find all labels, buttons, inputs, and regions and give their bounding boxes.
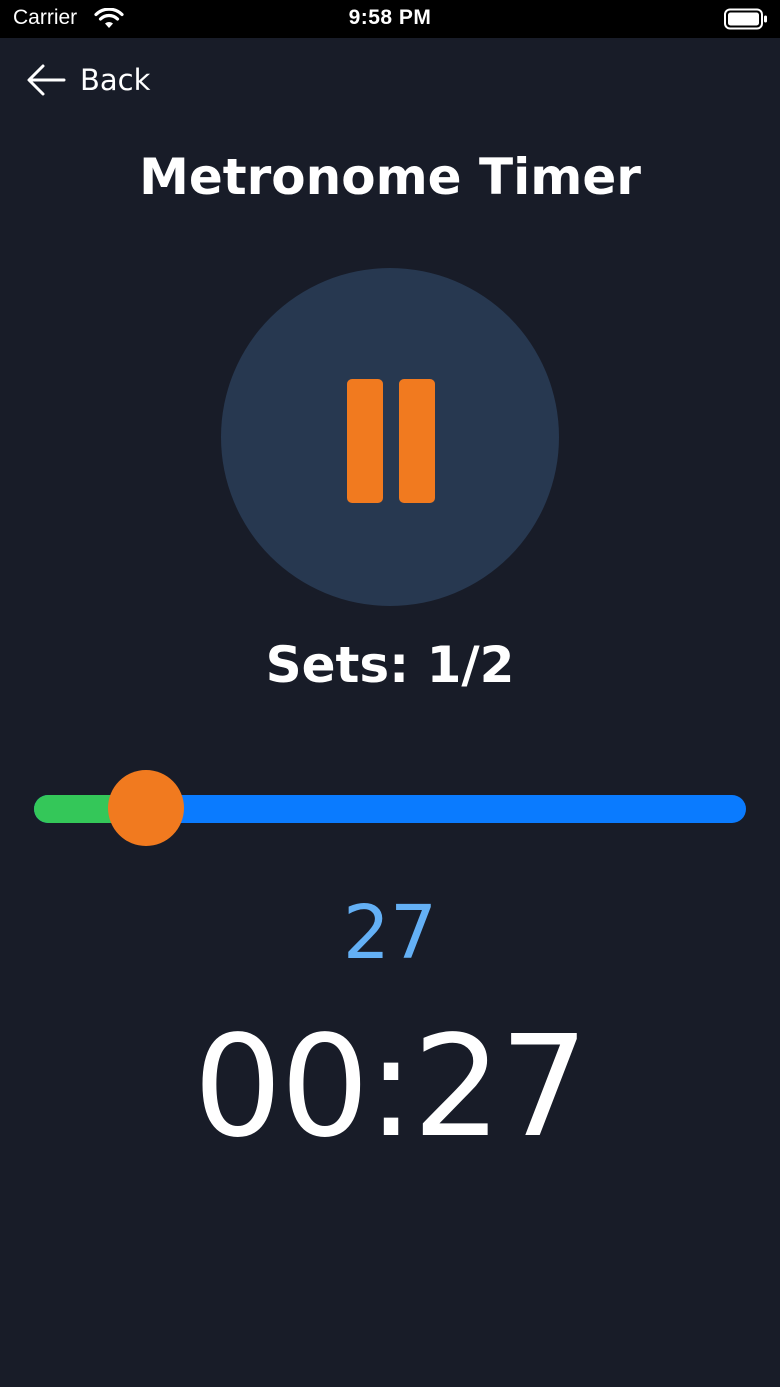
play-pause-button[interactable]: [221, 268, 559, 606]
slider-thumb[interactable]: [108, 770, 184, 846]
pause-bar-left: [347, 379, 383, 503]
pause-icon: [347, 379, 435, 503]
back-button[interactable]: Back: [26, 60, 150, 100]
pause-bar-right: [399, 379, 435, 503]
battery-icon: [724, 8, 767, 30]
arrow-left-icon: [27, 64, 66, 96]
status-time: 9:58 PM: [348, 6, 432, 29]
beat-count: 27: [342, 890, 438, 976]
elapsed-time: 00:27: [193, 1006, 588, 1169]
progress-slider[interactable]: [34, 770, 746, 846]
status-bar: Carrier 9:58 PM: [0, 0, 780, 38]
sets-counter: Sets: 1/2: [265, 636, 515, 694]
metronome-timer-screen: Carrier 9:58 PM Back Metronome Timer Set…: [0, 0, 780, 1387]
back-label: Back: [80, 63, 151, 97]
page-title: Metronome Timer: [139, 148, 641, 206]
